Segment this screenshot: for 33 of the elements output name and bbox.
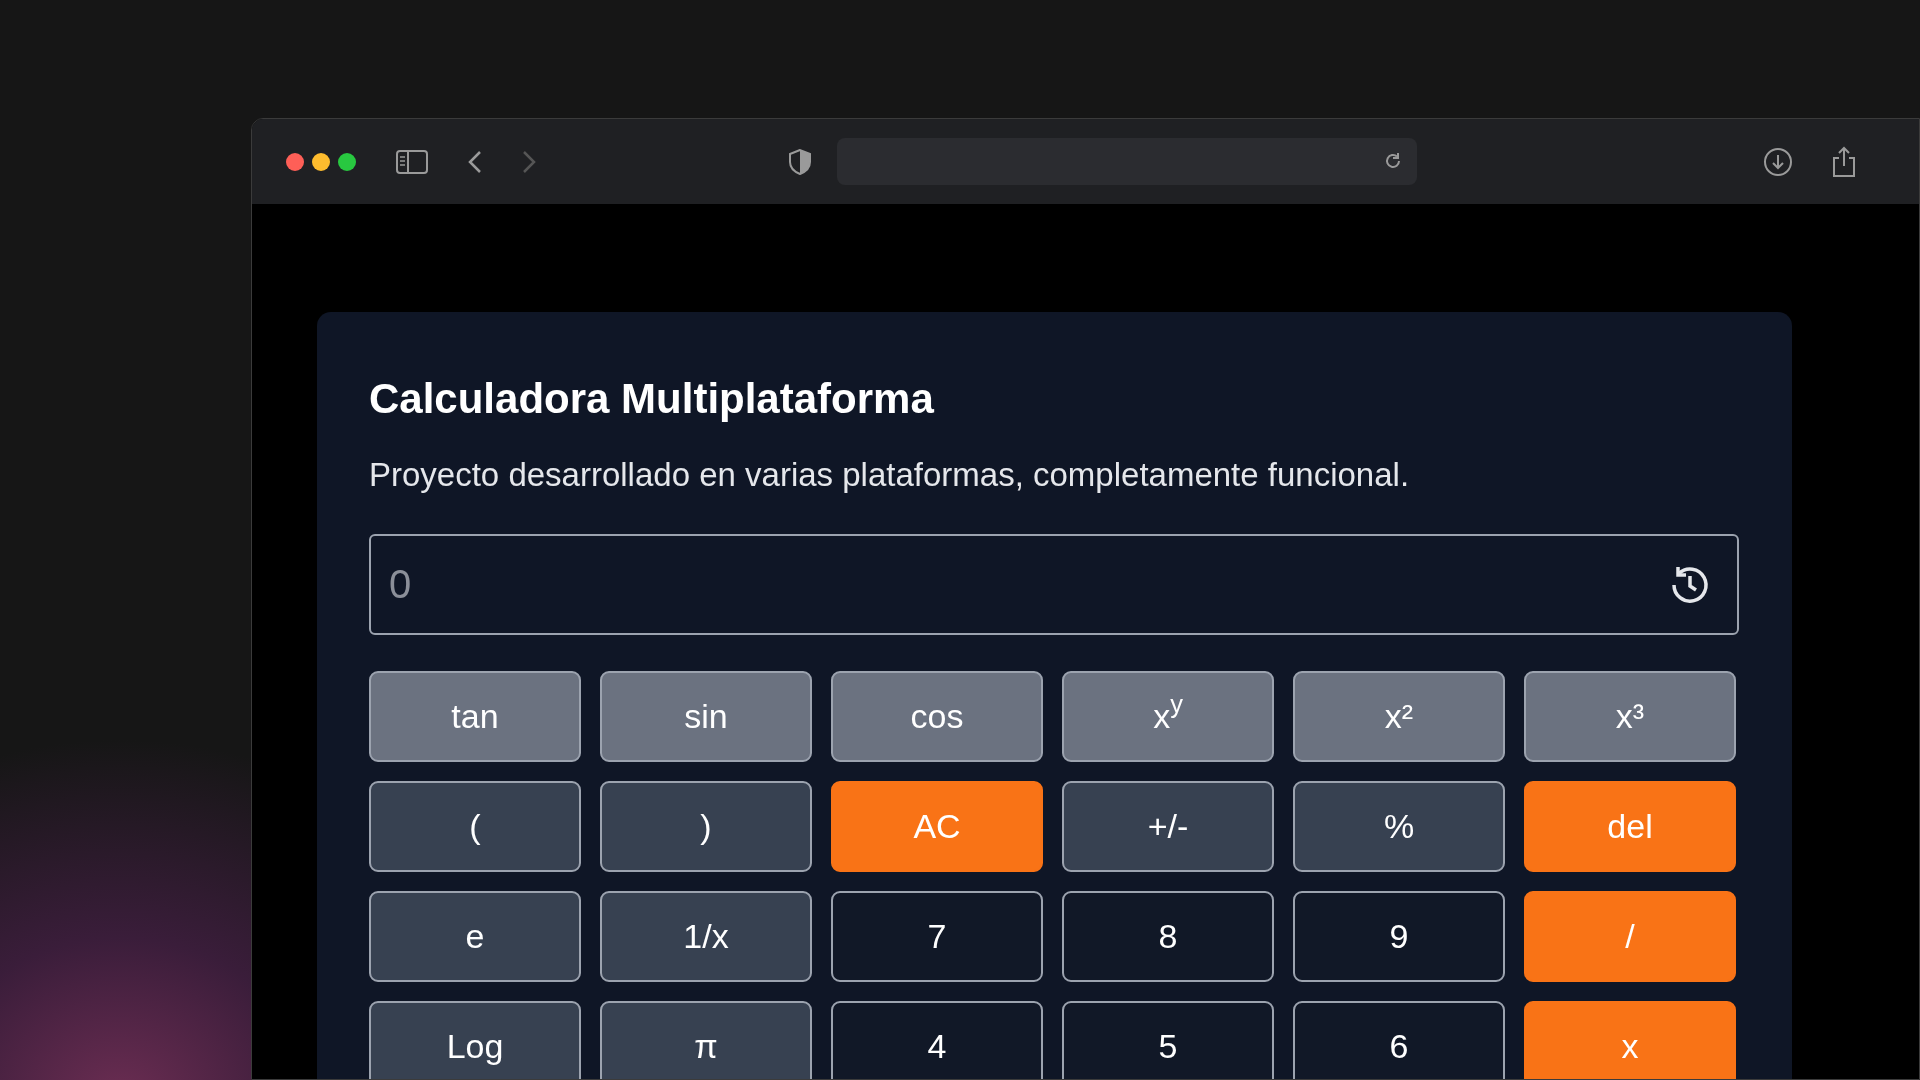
download-icon[interactable] [1763,146,1793,177]
key-button[interactable]: ) [600,780,812,872]
key-button[interactable]: e [369,890,581,982]
sidebar-icon[interactable] [396,149,428,174]
key-button[interactable]: cos [831,670,1043,762]
key-button[interactable]: x$^{y}$ [1062,670,1274,762]
reload-icon[interactable] [1383,151,1403,171]
back-icon[interactable] [468,149,482,174]
card-subtitle: Proyecto desarrollado en varias plataformas, completamente funcional. [369,455,1411,496]
key-button[interactable]: x² [1293,670,1505,762]
key-button[interactable]: 9 [1293,890,1505,982]
display-field[interactable]: 0 [369,533,1739,635]
key-button[interactable]: sin [600,670,812,762]
key-button[interactable]: 6 [1293,1000,1505,1079]
key-button[interactable]: π [600,1000,812,1079]
key-button[interactable]: x³ [1524,670,1736,762]
key-button[interactable]: ( [369,780,581,872]
maximize-button[interactable] [338,152,356,171]
address-field[interactable] [837,138,1417,185]
key-button[interactable]: 4 [831,1000,1043,1079]
shield-icon[interactable] [788,147,812,176]
key-button[interactable]: % [1293,780,1505,872]
key-button[interactable]: 7 [831,890,1043,982]
key-button[interactable]: 5 [1062,1000,1274,1079]
minimize-button[interactable] [312,152,330,171]
key-button[interactable]: 8 [1062,890,1274,982]
key-button[interactable]: tan [369,670,581,762]
card-title: Calculadora Multiplataforma [369,374,935,424]
close-button[interactable] [286,152,304,171]
key-button[interactable]: Log [369,1000,581,1079]
key-button[interactable]: +/- [1062,780,1274,872]
share-icon[interactable] [1831,145,1857,178]
key-button[interactable]: 1/x [600,890,812,982]
